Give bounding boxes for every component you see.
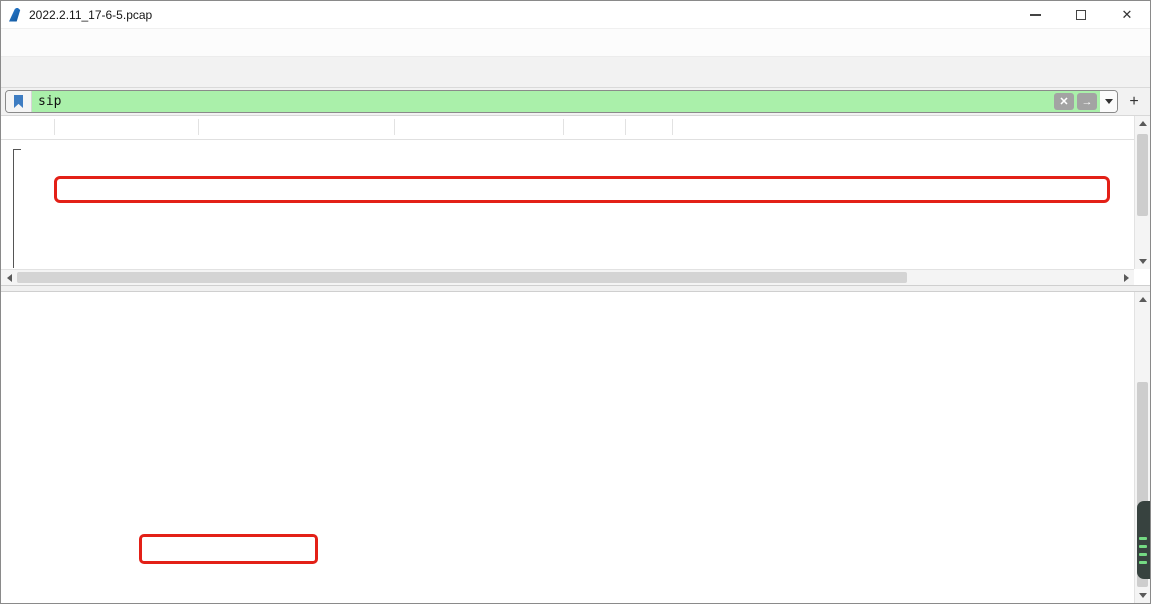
window-title: 2022.2.11_17-6-5.pcap xyxy=(29,8,152,22)
scroll-down-button[interactable] xyxy=(1135,254,1151,269)
xml-tree xyxy=(1,292,1134,603)
filter-toolbar: ✕ → + xyxy=(1,88,1150,116)
menu-bar xyxy=(1,29,1150,57)
minimize-icon xyxy=(1030,14,1041,16)
display-filter-input[interactable] xyxy=(32,93,1054,110)
packet-list xyxy=(1,116,1150,285)
filter-history-dropdown[interactable] xyxy=(1100,91,1117,112)
chevron-down-icon xyxy=(1105,99,1113,104)
packet-detail-pane xyxy=(1,292,1134,603)
related-packets-line xyxy=(13,149,21,150)
column-separator[interactable] xyxy=(672,119,673,135)
bookmark-icon xyxy=(14,95,23,108)
widget-stripe xyxy=(1139,545,1147,548)
scroll-left-button[interactable] xyxy=(1,270,17,285)
filter-clear-button[interactable]: ✕ xyxy=(1054,93,1074,110)
triangle-left-icon xyxy=(7,274,12,282)
packet-list-horizontal-scrollbar[interactable] xyxy=(1,269,1134,285)
display-filter-pill: ✕ → xyxy=(5,90,1118,113)
triangle-up-icon xyxy=(1139,297,1147,302)
column-separator[interactable] xyxy=(198,119,199,135)
column-separator[interactable] xyxy=(563,119,564,135)
wireshark-logo-icon xyxy=(9,8,23,22)
filter-bookmark-button[interactable] xyxy=(6,91,32,112)
column-separator[interactable] xyxy=(54,119,55,135)
widget-stripe xyxy=(1139,553,1147,556)
triangle-up-icon xyxy=(1139,121,1147,126)
minimize-button[interactable] xyxy=(1012,1,1058,28)
triangle-down-icon xyxy=(1139,259,1147,264)
scroll-right-button[interactable] xyxy=(1118,270,1134,285)
packet-list-header xyxy=(1,116,1134,140)
packet-rows xyxy=(1,139,1134,269)
scroll-up-button[interactable] xyxy=(1135,116,1151,131)
close-icon: ✕ xyxy=(1122,7,1133,23)
pane-splitter[interactable] xyxy=(1,285,1150,292)
filter-apply-button[interactable]: → xyxy=(1077,93,1097,110)
related-packets-line xyxy=(13,149,14,268)
title-bar: 2022.2.11_17-6-5.pcap ✕ xyxy=(1,1,1150,29)
maximize-icon xyxy=(1076,10,1086,20)
scrollbar-thumb[interactable] xyxy=(1137,134,1148,216)
triangle-right-icon xyxy=(1124,274,1129,282)
triangle-down-icon xyxy=(1139,593,1147,598)
filter-input-area: ✕ → xyxy=(32,91,1100,112)
widget-stripe xyxy=(1139,561,1147,564)
scroll-down-button[interactable] xyxy=(1135,588,1151,603)
filter-add-button[interactable]: + xyxy=(1124,93,1144,111)
close-button[interactable]: ✕ xyxy=(1104,1,1150,28)
scrollbar-thumb[interactable] xyxy=(17,272,907,283)
floating-overlay-widget xyxy=(1137,501,1150,579)
packet-list-vertical-scrollbar[interactable] xyxy=(1134,116,1150,269)
wireshark-window: 2022.2.11_17-6-5.pcap ✕ ✕ → + xyxy=(0,0,1151,604)
column-separator[interactable] xyxy=(625,119,626,135)
maximize-button[interactable] xyxy=(1058,1,1104,28)
scroll-up-button[interactable] xyxy=(1135,292,1151,307)
widget-stripe xyxy=(1139,537,1147,540)
column-separator[interactable] xyxy=(394,119,395,135)
main-toolbar xyxy=(1,57,1150,88)
window-controls: ✕ xyxy=(1012,1,1150,28)
